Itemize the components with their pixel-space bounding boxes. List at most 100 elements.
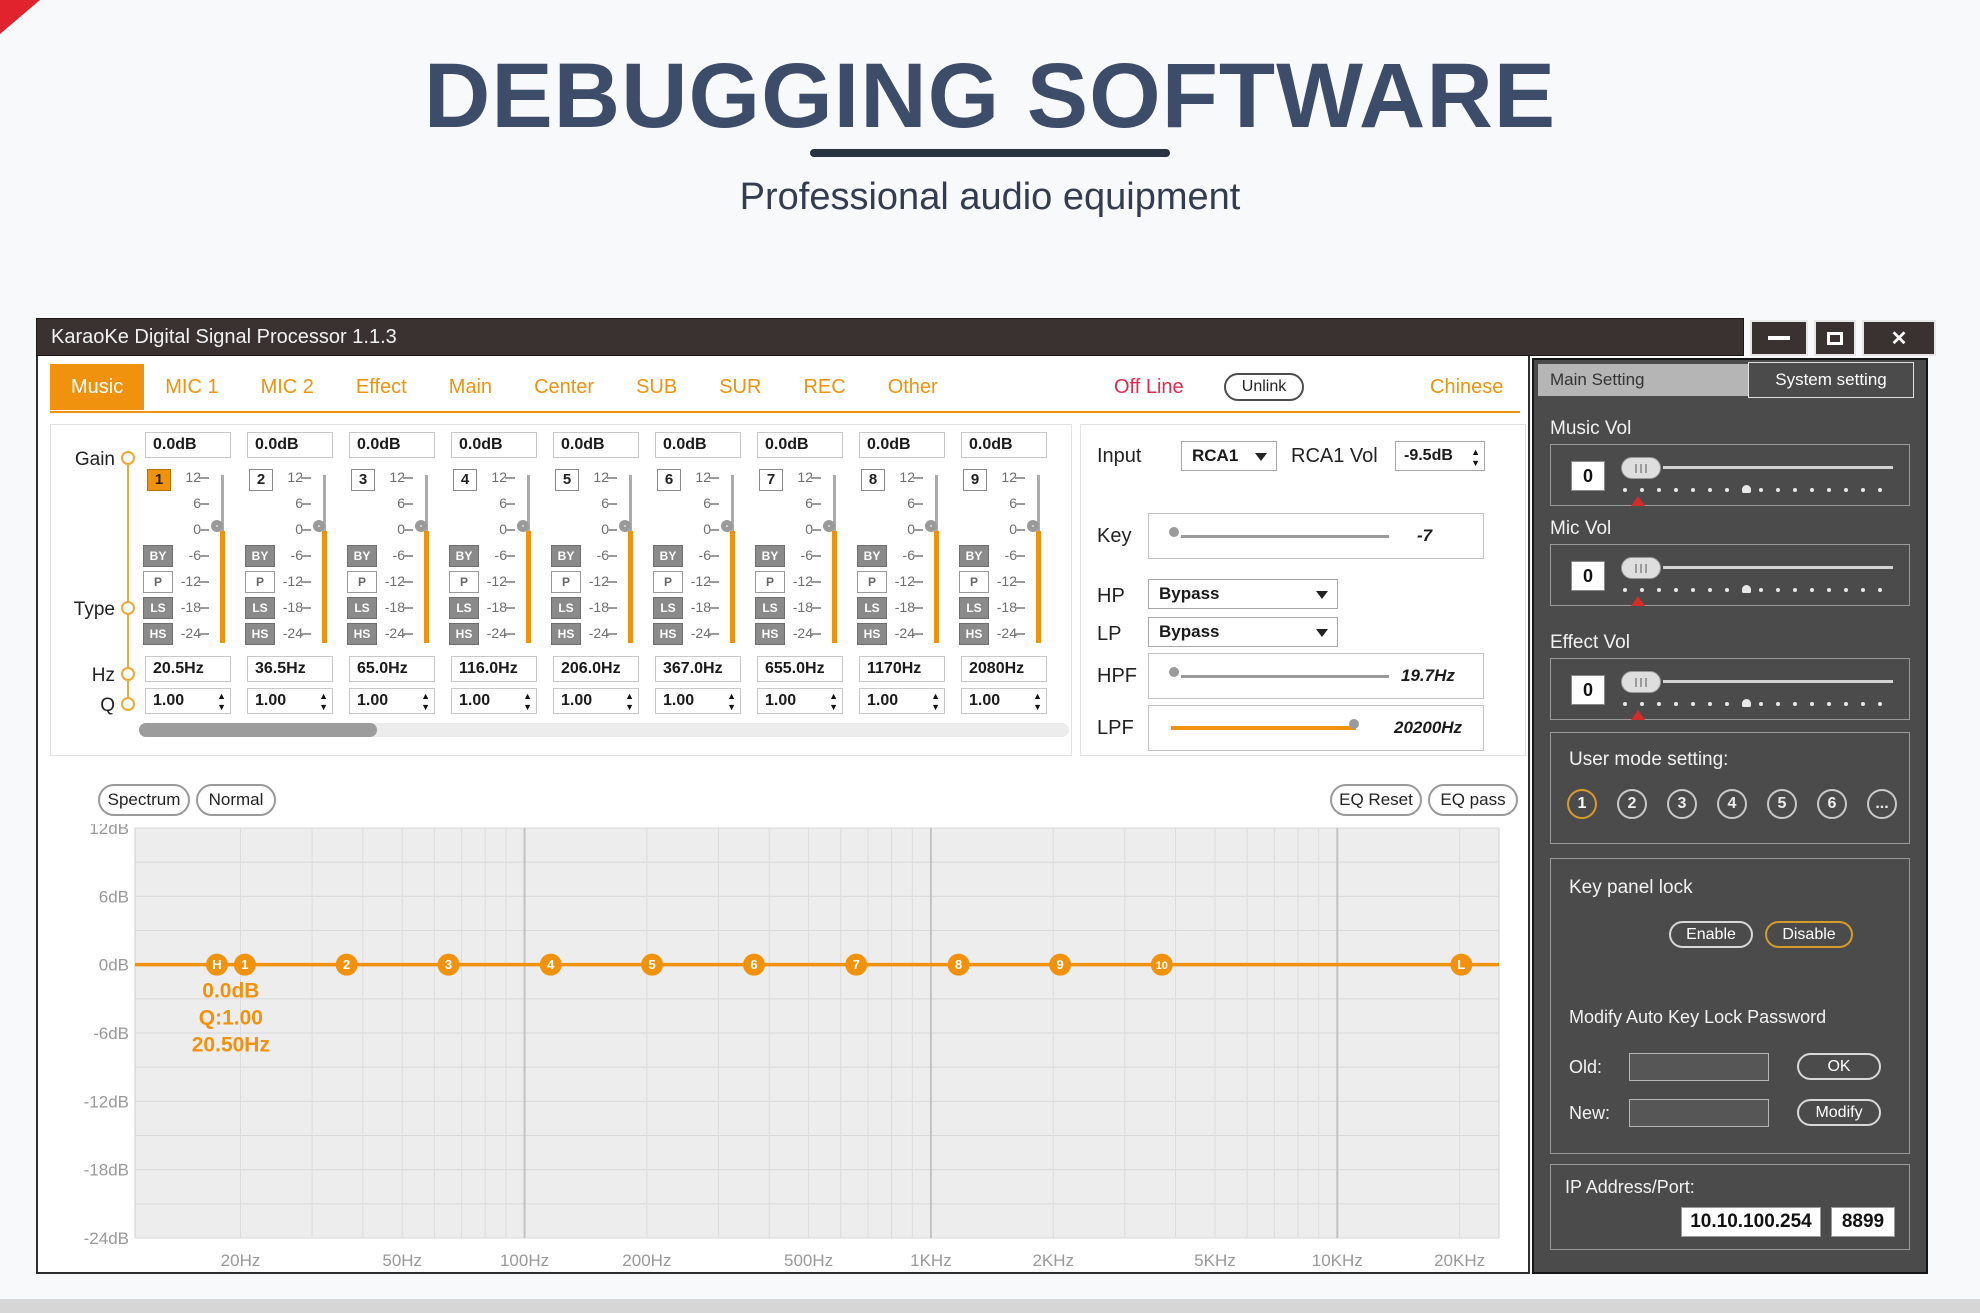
gain-slider-fill[interactable] — [730, 531, 735, 643]
eq-scrollbar-thumb[interactable] — [139, 723, 377, 737]
gain-slider-knob[interactable] — [415, 520, 427, 532]
language-toggle[interactable]: Chinese — [1430, 364, 1503, 410]
gain-slider-fill[interactable] — [628, 531, 633, 643]
user-mode-5[interactable]: 5 — [1767, 789, 1797, 819]
gain-slider-knob[interactable] — [721, 520, 733, 532]
gain-slider-knob[interactable] — [313, 520, 325, 532]
tab-main-setting[interactable]: Main Setting — [1538, 364, 1748, 396]
channel-frequency-value[interactable]: 655.0Hz — [757, 656, 843, 682]
q-spinner[interactable] — [727, 690, 736, 712]
volume-slider-knob[interactable] — [1621, 671, 1661, 693]
type-button-by[interactable]: BY — [653, 545, 683, 567]
channel-frequency-value[interactable]: 2080Hz — [961, 656, 1047, 682]
gain-slider-fill[interactable] — [1036, 531, 1041, 643]
user-mode-1[interactable]: 1 — [1567, 789, 1597, 819]
type-button-p[interactable]: P — [143, 571, 173, 593]
q-spinner[interactable] — [1033, 690, 1042, 712]
type-button-by[interactable]: BY — [551, 545, 581, 567]
channel-gain-value[interactable]: 0.0dB — [145, 432, 231, 458]
q-spinner[interactable] — [523, 690, 532, 712]
channel-frequency-value[interactable]: 20.5Hz — [145, 656, 231, 682]
q-spinner[interactable] — [625, 690, 634, 712]
channel-gain-value[interactable]: 0.0dB — [859, 432, 945, 458]
type-button-hs[interactable]: HS — [245, 623, 275, 645]
tab-other[interactable]: Other — [867, 364, 959, 410]
channel-number-button[interactable]: 9 — [963, 469, 987, 491]
type-button-ls[interactable]: LS — [143, 597, 173, 619]
type-button-by[interactable]: BY — [755, 545, 785, 567]
volume-slider-knob[interactable] — [1621, 557, 1661, 579]
channel-gain-value[interactable]: 0.0dB — [349, 432, 435, 458]
channel-number-button[interactable]: 6 — [657, 469, 681, 491]
channel-q-spinbox[interactable]: 1.00 — [451, 688, 537, 714]
key-slider-knob[interactable] — [1169, 527, 1179, 537]
volume-value-input[interactable]: 0 — [1571, 461, 1605, 491]
maximize-button[interactable] — [1814, 320, 1856, 356]
spectrum-button[interactable]: Spectrum — [98, 784, 190, 816]
channel-frequency-value[interactable]: 206.0Hz — [553, 656, 639, 682]
channel-number-button[interactable]: 8 — [861, 469, 885, 491]
channel-q-spinbox[interactable]: 1.00 — [655, 688, 741, 714]
normal-button[interactable]: Normal — [196, 784, 276, 816]
hz-row-node[interactable] — [121, 667, 135, 681]
volume-slider-knob[interactable] — [1621, 457, 1661, 479]
type-button-hs[interactable]: HS — [857, 623, 887, 645]
channel-gain-value[interactable]: 0.0dB — [451, 432, 537, 458]
q-spinner[interactable] — [217, 690, 226, 712]
gain-slider-knob[interactable] — [925, 520, 937, 532]
type-button-ls[interactable]: LS — [449, 597, 479, 619]
type-button-by[interactable]: BY — [857, 545, 887, 567]
channel-gain-value[interactable]: 0.0dB — [757, 432, 843, 458]
ip-address-input[interactable]: 10.10.100.254 — [1681, 1207, 1821, 1237]
close-button[interactable]: ✕ — [1862, 320, 1936, 356]
volume-slider[interactable] — [1621, 453, 1895, 503]
type-button-p[interactable]: P — [857, 571, 887, 593]
channel-q-spinbox[interactable]: 1.00 — [145, 688, 231, 714]
volume-slider[interactable] — [1621, 553, 1895, 603]
channel-frequency-value[interactable]: 1170Hz — [859, 656, 945, 682]
gain-slider-fill[interactable] — [934, 531, 939, 643]
window-titlebar[interactable]: KaraoKe Digital Signal Processor 1.1.3 — [36, 318, 1744, 356]
type-button-p[interactable]: P — [551, 571, 581, 593]
channel-number-button[interactable]: 2 — [249, 469, 273, 491]
type-button-hs[interactable]: HS — [551, 623, 581, 645]
type-button-p[interactable]: P — [755, 571, 785, 593]
vol-spinner[interactable] — [1471, 446, 1480, 468]
channel-q-spinbox[interactable]: 1.00 — [961, 688, 1047, 714]
tab-mic-1[interactable]: MIC 1 — [144, 364, 239, 410]
channel-q-spinbox[interactable]: 1.00 — [349, 688, 435, 714]
type-button-by[interactable]: BY — [449, 545, 479, 567]
gain-slider-knob[interactable] — [517, 520, 529, 532]
type-button-by[interactable]: BY — [347, 545, 377, 567]
disable-button[interactable]: Disable — [1765, 921, 1853, 948]
eq-reset-button[interactable]: EQ Reset — [1330, 784, 1422, 816]
old-password-input[interactable] — [1629, 1053, 1769, 1081]
hp-dropdown[interactable]: Bypass — [1148, 579, 1338, 609]
gain-slider-fill[interactable] — [424, 531, 429, 643]
q-row-node[interactable] — [121, 697, 135, 711]
type-button-ls[interactable]: LS — [347, 597, 377, 619]
type-button-hs[interactable]: HS — [959, 623, 989, 645]
input-source-dropdown[interactable]: RCA1 — [1181, 441, 1277, 471]
channel-gain-value[interactable]: 0.0dB — [655, 432, 741, 458]
input-vol-spinbox[interactable]: -9.5dB — [1395, 441, 1485, 471]
type-row-node[interactable] — [121, 601, 135, 615]
q-spinner[interactable] — [421, 690, 430, 712]
volume-slider-track[interactable] — [1663, 680, 1893, 683]
type-button-hs[interactable]: HS — [449, 623, 479, 645]
tab-mic-2[interactable]: MIC 2 — [240, 364, 335, 410]
tab-sub[interactable]: SUB — [615, 364, 698, 410]
tab-main[interactable]: Main — [428, 364, 513, 410]
gain-slider-fill[interactable] — [832, 531, 837, 643]
volume-slider-track[interactable] — [1663, 466, 1893, 469]
type-button-hs[interactable]: HS — [143, 623, 173, 645]
type-button-hs[interactable]: HS — [653, 623, 683, 645]
hpf-slider-track[interactable] — [1181, 675, 1389, 678]
type-button-p[interactable]: P — [959, 571, 989, 593]
gain-slider-knob[interactable] — [1027, 520, 1039, 532]
q-spinner[interactable] — [319, 690, 328, 712]
channel-number-button[interactable]: 7 — [759, 469, 783, 491]
lpf-slider-track[interactable] — [1171, 726, 1356, 730]
type-button-by[interactable]: BY — [245, 545, 275, 567]
tab-system-setting[interactable]: System setting — [1748, 362, 1914, 398]
